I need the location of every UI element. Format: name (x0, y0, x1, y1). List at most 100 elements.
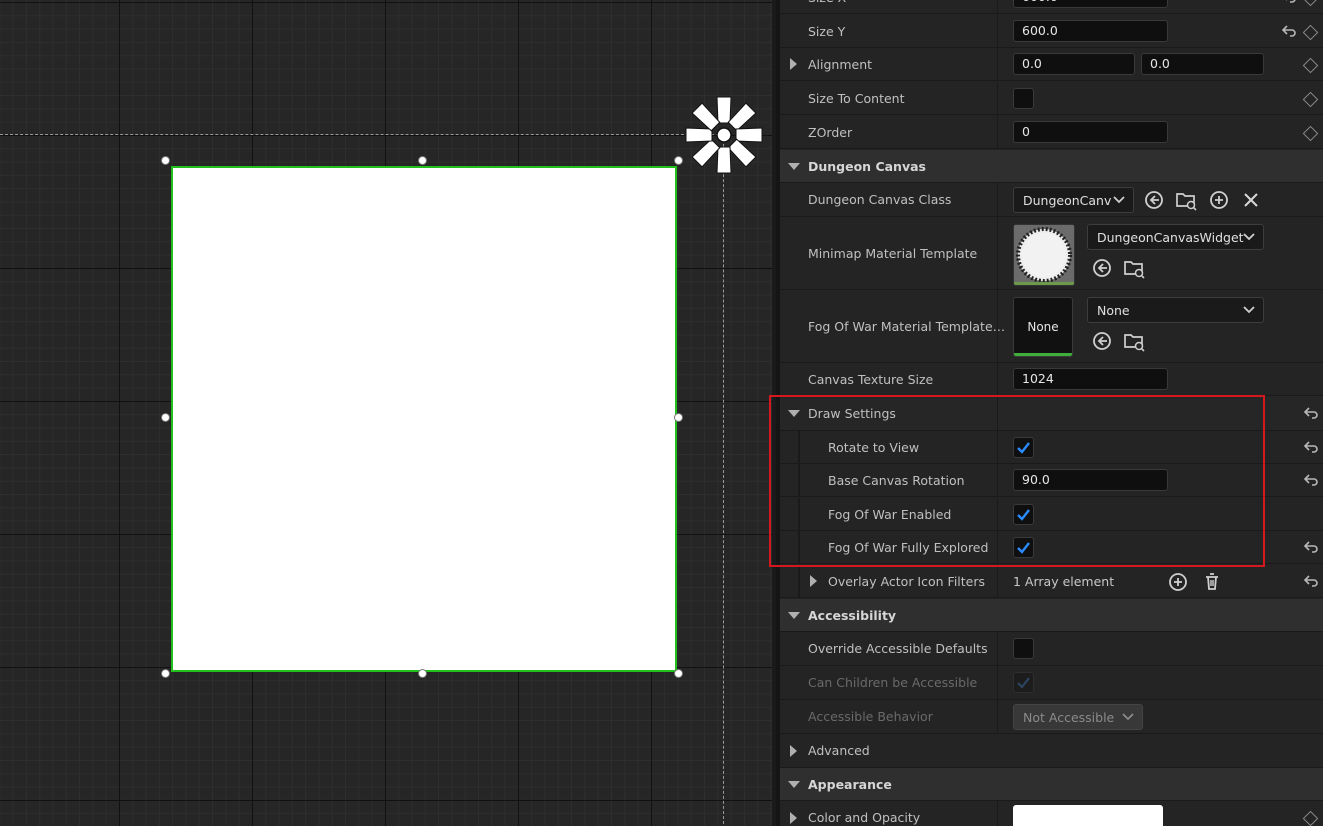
zorder-label: ZOrder (808, 125, 853, 140)
draw-settings-label: Draw Settings (808, 406, 896, 421)
canvas-texture-size-input[interactable] (1013, 368, 1168, 390)
chevron-down-icon (1243, 233, 1255, 241)
resize-handle-top-right[interactable] (674, 156, 683, 165)
anchor-guide-horizontal (0, 134, 724, 135)
collapse-arrow-icon[interactable] (788, 612, 800, 619)
chevron-down-icon (1113, 196, 1125, 204)
row-zorder: ZOrder (780, 116, 1323, 149)
add-new-icon[interactable] (1207, 188, 1231, 212)
dropdown-value: None (1097, 303, 1130, 318)
use-selected-icon[interactable] (1142, 188, 1166, 212)
reset-to-default-icon[interactable] (1303, 440, 1319, 454)
collapse-arrow-icon[interactable] (788, 781, 800, 788)
override-accessible-defaults-label: Override Accessible Defaults (808, 641, 988, 656)
row-size-x: Size X (780, 0, 1323, 14)
row-fog-of-war-fully-explored: Fog Of War Fully Explored (780, 531, 1323, 564)
alignment-x-input[interactable] (1013, 53, 1135, 75)
checkmark-icon (1017, 542, 1030, 554)
collapse-arrow-icon[interactable] (788, 163, 800, 170)
resize-handle-top[interactable] (418, 156, 427, 165)
fog-of-war-enabled-checkbox[interactable] (1013, 504, 1034, 525)
dungeon-canvas-widget-preview[interactable] (171, 166, 677, 672)
fog-of-war-fully-explored-label: Fog Of War Fully Explored (828, 540, 989, 555)
expand-arrow-icon[interactable] (790, 58, 797, 70)
clear-icon[interactable] (1239, 188, 1263, 212)
category-label: Dungeon Canvas (808, 159, 926, 174)
resize-handle-bottom[interactable] (418, 669, 427, 678)
reset-to-default-icon[interactable] (1303, 540, 1319, 554)
alignment-y-input[interactable] (1141, 53, 1264, 75)
anchor-flower-icon[interactable] (683, 95, 765, 175)
zorder-input[interactable] (1013, 121, 1168, 143)
row-fog-of-war-material-template: Fog Of War Material Template… None None (780, 290, 1323, 363)
row-alignment[interactable]: Alignment (780, 48, 1323, 81)
advanced-label: Advanced (808, 743, 870, 758)
keyframe-diamond-icon[interactable] (1302, 125, 1319, 142)
minimap-material-thumbnail[interactable] (1013, 224, 1075, 286)
keyframe-diamond-icon[interactable] (1302, 0, 1319, 7)
keyframe-diamond-icon[interactable] (1302, 91, 1319, 108)
reset-to-default-icon[interactable] (1281, 24, 1297, 38)
size-x-input[interactable] (1013, 0, 1168, 8)
keyframe-diamond-icon[interactable] (1302, 57, 1319, 74)
reset-to-default-icon[interactable] (1303, 473, 1319, 487)
add-element-icon[interactable] (1166, 570, 1190, 594)
reset-to-default-icon[interactable] (1303, 406, 1319, 420)
array-count-text: 1 Array element (1013, 574, 1115, 589)
fog-material-thumbnail[interactable]: None (1013, 297, 1073, 357)
rotate-to-view-checkbox[interactable] (1013, 437, 1034, 458)
details-panel: Size X Size Y Alignment Size To Content … (776, 0, 1323, 826)
fog-material-label: Fog Of War Material Template… (808, 319, 1006, 334)
reset-to-default-icon[interactable] (1281, 0, 1297, 4)
accessible-behavior-dropdown: Not Accessible (1013, 704, 1143, 730)
row-rotate-to-view: Rotate to View (780, 431, 1323, 464)
row-fog-of-war-enabled: Fog Of War Enabled (780, 498, 1323, 531)
expand-arrow-icon[interactable] (810, 575, 817, 587)
reset-to-default-icon[interactable] (1303, 574, 1319, 588)
trash-icon[interactable] (1200, 570, 1224, 594)
resize-handle-right[interactable] (674, 413, 683, 422)
category-appearance[interactable]: Appearance (780, 768, 1323, 801)
collapse-arrow-icon[interactable] (788, 410, 800, 417)
resize-handle-bottom-left[interactable] (161, 669, 170, 678)
designer-viewport[interactable] (0, 0, 772, 826)
category-accessibility[interactable]: Accessibility (780, 599, 1323, 632)
fog-of-war-fully-explored-checkbox[interactable] (1013, 537, 1034, 558)
category-dungeon-canvas[interactable]: Dungeon Canvas (780, 150, 1323, 183)
expand-arrow-icon[interactable] (790, 745, 797, 757)
color-swatch[interactable] (1013, 805, 1163, 826)
row-override-accessible-defaults: Override Accessible Defaults (780, 632, 1323, 666)
base-canvas-rotation-input[interactable] (1013, 469, 1168, 491)
row-draw-settings[interactable]: Draw Settings (780, 396, 1323, 431)
dropdown-value: DungeonCanv (1023, 193, 1112, 208)
chevron-down-icon (1122, 713, 1134, 721)
base-canvas-rotation-label: Base Canvas Rotation (828, 473, 965, 488)
expand-arrow-icon[interactable] (790, 812, 797, 824)
size-to-content-label: Size To Content (808, 91, 905, 106)
row-accessible-behavior: Accessible Behavior Not Accessible (780, 700, 1323, 734)
size-y-input[interactable] (1013, 20, 1168, 42)
row-color-and-opacity[interactable]: Color and Opacity (780, 801, 1323, 826)
use-selected-icon[interactable] (1090, 329, 1114, 353)
color-and-opacity-label: Color and Opacity (808, 810, 921, 825)
chevron-down-icon (1243, 306, 1255, 314)
dungeon-canvas-class-dropdown[interactable]: DungeonCanv (1013, 187, 1134, 213)
use-selected-icon[interactable] (1090, 256, 1114, 280)
accessible-behavior-label: Accessible Behavior (808, 709, 933, 724)
row-minimap-material-template: Minimap Material Template DungeonCanvasW… (780, 217, 1323, 290)
resize-handle-left[interactable] (161, 413, 170, 422)
fog-material-dropdown[interactable]: None (1087, 297, 1264, 323)
override-accessible-defaults-checkbox[interactable] (1013, 638, 1034, 659)
browse-folder-icon[interactable] (1122, 256, 1146, 280)
keyframe-diamond-icon[interactable] (1302, 810, 1319, 826)
browse-folder-icon[interactable] (1174, 188, 1198, 212)
row-overlay-actor-icon-filters[interactable]: Overlay Actor Icon Filters 1 Array eleme… (780, 565, 1323, 598)
checkmark-icon (1017, 442, 1030, 454)
resize-handle-top-left[interactable] (161, 156, 170, 165)
browse-folder-icon[interactable] (1122, 329, 1146, 353)
minimap-material-dropdown[interactable]: DungeonCanvasWidget (1087, 224, 1264, 250)
keyframe-diamond-icon[interactable] (1302, 24, 1319, 41)
resize-handle-bottom-right[interactable] (674, 669, 683, 678)
size-to-content-checkbox[interactable] (1013, 88, 1034, 109)
row-advanced[interactable]: Advanced (780, 734, 1323, 768)
